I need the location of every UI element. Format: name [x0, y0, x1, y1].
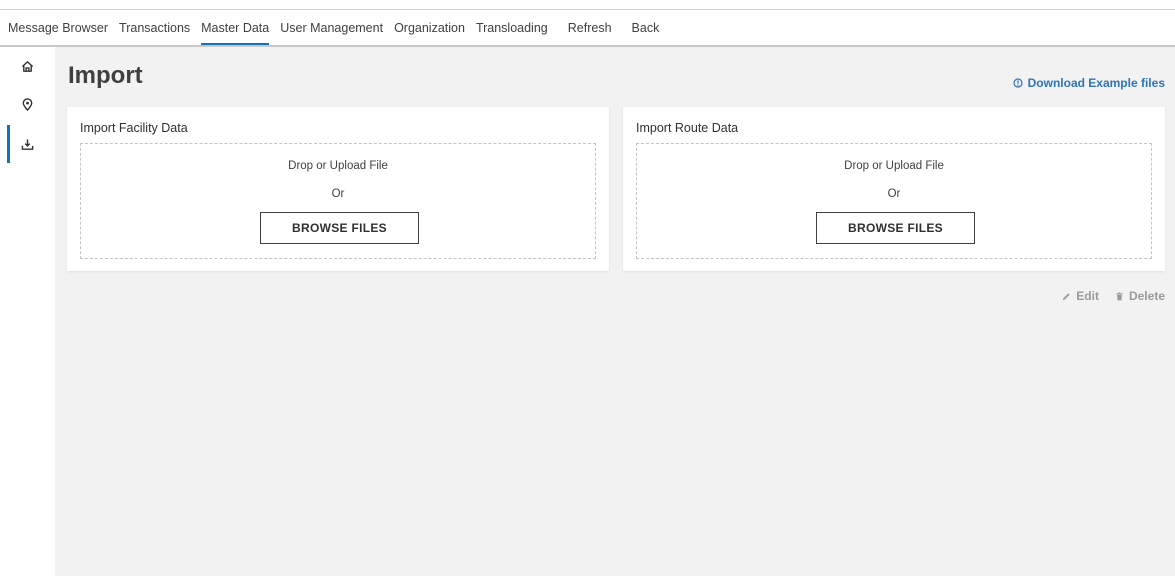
import-icon — [21, 138, 34, 150]
edit-button[interactable]: Edit — [1062, 289, 1099, 303]
nav-user-management[interactable]: User Management — [280, 21, 383, 35]
location-pin-icon — [22, 97, 33, 111]
sidebar-item-import[interactable] — [0, 125, 55, 163]
sidebar-item-location[interactable] — [0, 85, 55, 123]
browse-files-button[interactable]: BROWSE FILES — [260, 212, 419, 244]
main-content: Import Download Example files Import Fac… — [55, 47, 1175, 576]
nav-message-browser[interactable]: Message Browser — [8, 21, 108, 35]
nav-transloading[interactable]: Transloading — [476, 21, 548, 35]
nav-back[interactable]: Back — [632, 21, 660, 35]
top-navigation: Message Browser Transactions Master Data… — [0, 10, 1175, 47]
file-dropzone[interactable]: Drop or Upload File Or BROWSE FILES — [80, 143, 596, 259]
row-actions: Edit Delete — [1062, 289, 1165, 303]
file-dropzone[interactable]: Drop or Upload File Or BROWSE FILES — [636, 143, 1152, 259]
card-title: Import Route Data — [636, 121, 739, 135]
nav-transactions[interactable]: Transactions — [119, 21, 190, 35]
drop-upload-text: Drop or Upload File — [844, 160, 944, 172]
sidebar — [0, 47, 55, 576]
browse-files-button[interactable]: BROWSE FILES — [816, 212, 975, 244]
nav-refresh[interactable]: Refresh — [568, 21, 612, 35]
info-circle-icon — [1013, 78, 1023, 88]
import-route-card: Import Route Data Drop or Upload File Or… — [623, 107, 1165, 271]
download-example-files-link[interactable]: Download Example files — [1013, 76, 1165, 90]
delete-button[interactable]: Delete — [1115, 289, 1165, 303]
edit-label: Edit — [1076, 289, 1099, 303]
import-facility-card: Import Facility Data Drop or Upload File… — [67, 107, 609, 271]
or-text: Or — [887, 188, 901, 200]
card-title: Import Facility Data — [80, 121, 188, 135]
sidebar-item-home[interactable] — [0, 47, 55, 85]
drop-upload-text: Drop or Upload File — [288, 160, 388, 172]
page-title: Import — [68, 62, 143, 89]
trash-icon — [1116, 291, 1123, 300]
nav-master-data[interactable]: Master Data — [201, 21, 270, 45]
delete-label: Delete — [1128, 289, 1165, 303]
or-text: Or — [331, 188, 345, 200]
download-link-label: Download Example files — [1027, 76, 1165, 90]
nav-organization[interactable]: Organization — [394, 21, 465, 35]
pencil-icon — [1063, 292, 1070, 300]
home-icon — [21, 60, 34, 72]
